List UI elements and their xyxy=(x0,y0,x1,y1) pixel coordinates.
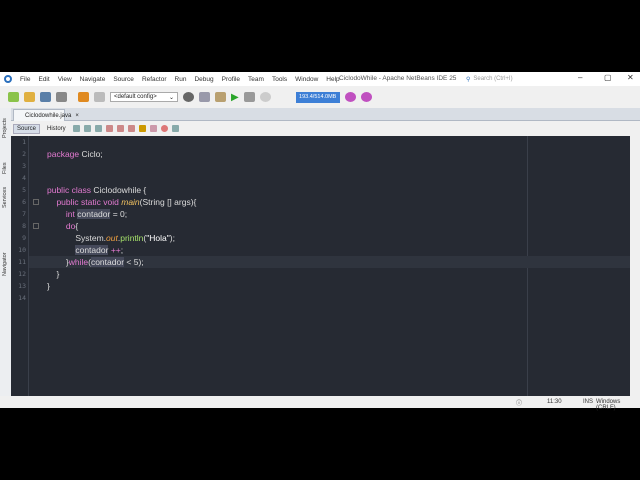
navigator-tab[interactable]: Navigator xyxy=(2,252,8,276)
menu-window[interactable]: Window xyxy=(295,76,318,83)
save-all-icon[interactable] xyxy=(56,92,67,102)
menu-run[interactable]: Run xyxy=(175,76,187,83)
fold-icon[interactable] xyxy=(33,223,39,229)
insert-mode: INS xyxy=(583,399,594,405)
code-line: System.out.println("Hola"); xyxy=(47,233,175,243)
code-line: contador ++; xyxy=(75,245,124,255)
code-line: do{ xyxy=(65,221,79,231)
line-number: 12 xyxy=(18,270,26,278)
chevron-down-icon: ⌄ xyxy=(168,94,174,101)
netbeans-logo-icon xyxy=(4,75,12,83)
code-line: public static void main(String [] args){ xyxy=(56,197,197,207)
close-button[interactable]: ✕ xyxy=(627,73,634,82)
line-number: 4 xyxy=(22,174,26,182)
line-number: 10 xyxy=(18,246,26,254)
editor-toolbar: Source History xyxy=(11,122,640,135)
search-placeholder: Search (Ctrl+I) xyxy=(473,76,513,82)
line-number: 8 xyxy=(22,222,26,230)
search-icon: ⚲ xyxy=(466,76,471,83)
code-editor[interactable]: 1 2 3 4 5 6 7 8 9 10 11 12 13 14 package Ciclo; public… xyxy=(11,136,630,396)
build-icon[interactable] xyxy=(199,92,210,102)
new-project-icon[interactable] xyxy=(24,92,35,102)
redo-icon[interactable] xyxy=(94,92,105,102)
code-line: int contador = 0; xyxy=(65,209,128,219)
menu-edit[interactable]: Edit xyxy=(38,76,49,83)
status-bar: ⓘ 11:30 INS Windows (CRLF) xyxy=(0,397,640,411)
notification-icon[interactable]: ⓘ xyxy=(516,398,522,407)
start-macro-icon[interactable] xyxy=(171,125,179,132)
files-tab[interactable]: Files xyxy=(2,162,8,174)
line-number: 5 xyxy=(22,186,26,194)
fold-icon[interactable] xyxy=(33,199,39,205)
menu-bar: File Edit View Navigate Source Refactor … xyxy=(0,72,640,86)
undo-icon[interactable] xyxy=(78,92,89,102)
line-number: 11 xyxy=(18,258,26,266)
menu-tools[interactable]: Tools xyxy=(272,76,287,83)
last-edit-icon[interactable] xyxy=(72,125,80,132)
line-number: 14 xyxy=(18,294,26,302)
vertical-scrollbar[interactable] xyxy=(630,136,640,396)
tab-ciclodowhile[interactable]: Ciclodowhile.java × xyxy=(13,109,79,121)
memory-indicator[interactable]: 193.4/514.0MB xyxy=(295,91,340,103)
menu-help[interactable]: Help xyxy=(326,76,339,83)
toolbar: <default config> ⌄ ▶ 193.4/514.0MB xyxy=(0,87,640,107)
menu-source[interactable]: Source xyxy=(113,76,134,83)
line-number: 9 xyxy=(22,234,26,242)
gc-icon[interactable] xyxy=(344,92,356,102)
editor-tab-bar: Ciclodowhile.java × xyxy=(11,108,640,121)
window-title: CiclodoWhile - Apache NetBeans IDE 25 xyxy=(339,75,457,82)
globe-icon[interactable] xyxy=(183,92,194,102)
line-number: 3 xyxy=(22,162,26,170)
line-number: 1 xyxy=(22,138,26,146)
tab-label: Ciclodowhile.java xyxy=(25,112,72,119)
toggle-highlight-icon[interactable] xyxy=(138,125,146,132)
config-select[interactable]: <default config> ⌄ xyxy=(110,92,178,102)
code-line: public class Ciclodowhile { xyxy=(47,185,147,195)
config-value: <default config> xyxy=(114,94,157,100)
back-icon[interactable] xyxy=(83,125,91,132)
find-next-icon[interactable] xyxy=(127,125,135,132)
menu-refactor[interactable]: Refactor xyxy=(142,76,167,83)
code-line: } xyxy=(47,281,50,291)
line-number-gutter: 1 2 3 4 5 6 7 8 9 10 11 12 13 14 xyxy=(11,136,29,396)
line-ending: Windows (CRLF) xyxy=(596,399,621,411)
menu-debug[interactable]: Debug xyxy=(194,76,213,83)
line-number: 7 xyxy=(22,210,26,218)
gc2-icon[interactable] xyxy=(360,92,372,102)
minimize-button[interactable]: – xyxy=(578,73,582,82)
projects-tab[interactable]: Projects xyxy=(2,118,8,138)
new-file-icon[interactable] xyxy=(8,92,19,102)
open-project-icon[interactable] xyxy=(40,92,51,102)
code-line: } xyxy=(47,269,60,279)
menu-profile[interactable]: Profile xyxy=(222,76,240,83)
code-line: }while(contador < 5); xyxy=(29,256,630,268)
close-tab-icon[interactable]: × xyxy=(75,113,79,119)
stop-macro-icon[interactable] xyxy=(160,125,168,132)
bookmark-icon[interactable] xyxy=(149,125,157,132)
menu-view[interactable]: View xyxy=(58,76,72,83)
clean-build-icon[interactable] xyxy=(215,92,226,102)
profile-icon[interactable] xyxy=(259,92,271,102)
maximize-button[interactable]: ▢ xyxy=(604,73,612,82)
history-tab[interactable]: History xyxy=(44,125,69,133)
debug-icon[interactable] xyxy=(243,92,255,102)
code-line: package Ciclo; xyxy=(47,149,103,159)
menu-navigate[interactable]: Navigate xyxy=(80,76,106,83)
services-tab[interactable]: Services xyxy=(2,187,8,208)
find-icon[interactable] xyxy=(105,125,113,132)
find-prev-icon[interactable] xyxy=(116,125,124,132)
search-input[interactable]: ⚲ Search (Ctrl+I) xyxy=(466,74,566,84)
forward-icon[interactable] xyxy=(94,125,102,132)
line-number: 6 xyxy=(22,198,26,206)
run-icon[interactable]: ▶ xyxy=(231,92,239,103)
menu-file[interactable]: File xyxy=(20,76,30,83)
netbeans-window: File Edit View Navigate Source Refactor … xyxy=(0,72,640,411)
line-number: 13 xyxy=(18,282,26,290)
line-number: 2 xyxy=(22,150,26,158)
side-panel: Projects Files Services Navigator xyxy=(0,108,11,396)
menu-team[interactable]: Team xyxy=(248,76,264,83)
caret-position: 11:30 xyxy=(547,399,562,405)
source-tab[interactable]: Source xyxy=(13,123,41,134)
